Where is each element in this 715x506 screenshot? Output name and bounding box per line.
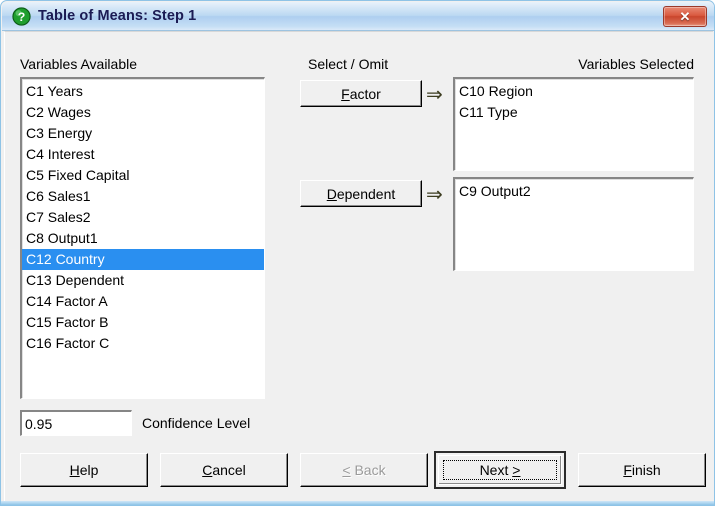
list-item[interactable]: C4 Interest [22,144,264,165]
dependent-accel: D [326,185,337,202]
help-button-label: Help [70,462,99,478]
list-item[interactable]: C5 Fixed Capital [22,165,264,186]
next-button-inner: Next > [438,455,562,485]
list-item[interactable]: C15 Factor B [22,312,264,333]
list-item[interactable]: C14 Factor A [22,291,264,312]
dependent-selected-list[interactable]: C9 Output2 [453,177,694,271]
cancel-accel: C [202,462,213,478]
variables-selected-label: Variables Selected [578,56,694,72]
cancel-button-label: Cancel [202,462,246,478]
list-item[interactable]: C6 Sales1 [22,186,264,207]
confidence-level-input[interactable] [20,410,132,436]
list-item[interactable]: C8 Output1 [22,228,264,249]
list-item[interactable]: C2 Wages [22,102,264,123]
window-bottom-edge [1,501,714,505]
next-accel: > [512,462,521,478]
back-button-label: < Back [342,462,385,478]
dependent-arrow-icon: ⇒ [426,182,443,206]
close-icon: ✕ [679,8,691,24]
factor-arrow-icon: ⇒ [426,82,443,106]
help-accel: H [69,462,80,478]
dependent-rest: ependent [336,185,396,202]
factor-accel: F [341,85,350,102]
list-item[interactable]: C7 Sales2 [22,207,264,228]
cancel-rest: ancel [212,462,246,478]
finish-button-label: Finish [623,462,660,478]
close-button[interactable]: ✕ [663,6,707,27]
finish-button[interactable]: Finish [578,453,706,487]
dialog-window: ? Table of Means: Step 1 ✕ Variables Ava… [0,0,715,506]
next-before: Next [479,462,513,478]
variables-available-list[interactable]: C1 Years C2 Wages C3 Energy C4 Interest C5 F… [20,77,265,399]
next-button-label: Next > [480,462,521,478]
list-item[interactable]: C11 Type [455,102,693,123]
finish-rest: inish [631,462,661,478]
question-mark-icon: ? [12,7,31,26]
next-button-focus-rect: Next > [443,460,557,480]
factor-button-label: Factor [341,86,381,102]
cancel-button[interactable]: Cancel [160,453,288,487]
finish-accel: F [623,462,632,478]
select-omit-label: Select / Omit [308,56,389,72]
factor-button[interactable]: Factor [300,80,422,107]
variables-available-label: Variables Available [20,56,138,72]
dialog-body: Variables Available C1 Years C2 Wages C3 E… [4,31,713,504]
dependent-button[interactable]: Dependent [300,180,422,207]
list-item[interactable]: C3 Energy [22,123,264,144]
list-item[interactable]: C13 Dependent [22,270,264,291]
back-rest: Back [350,462,386,478]
factor-selected-list[interactable]: C10 Region C11 Type [453,77,694,171]
confidence-level-label: Confidence Level [142,415,251,431]
help-rest: elp [79,462,99,478]
title-bar: ? Table of Means: Step 1 ✕ [2,2,714,31]
list-item[interactable]: C9 Output2 [455,181,693,202]
list-item[interactable]: C16 Factor C [22,333,264,354]
help-button[interactable]: Help [20,453,148,487]
list-item[interactable]: C12 Country [22,249,264,270]
factor-rest: actor [349,85,381,102]
dependent-button-label: Dependent [327,186,396,202]
svg-text:?: ? [18,10,26,24]
window-title: Table of Means: Step 1 [38,8,197,24]
next-button[interactable]: Next > [434,451,566,489]
list-item[interactable]: C1 Years [22,81,264,102]
list-item[interactable]: C10 Region [455,81,693,102]
back-button: < Back [300,453,428,487]
back-accel: < [342,462,351,478]
